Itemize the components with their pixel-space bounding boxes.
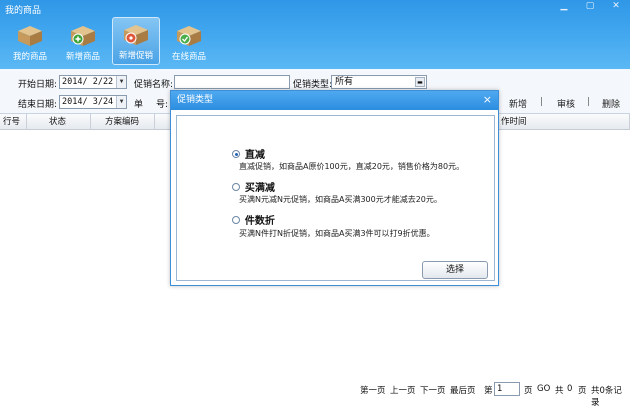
option-spend-threshold[interactable]: 买满减 xyxy=(232,179,275,194)
promo-type-label: 促销类型: xyxy=(293,80,333,90)
chevron-down-icon[interactable]: ▬ xyxy=(415,77,425,87)
chevron-down-icon[interactable]: ▼ xyxy=(116,76,126,88)
option-description: 直减促销，如商品A原价100元，直减20元，销售价格为80元。 xyxy=(239,162,465,171)
first-page-link[interactable]: 第一页 xyxy=(360,384,386,396)
column-header-status[interactable]: 状态 xyxy=(27,114,91,130)
separator: | xyxy=(587,97,591,107)
app-title: 我的商品 xyxy=(5,6,42,16)
review-button[interactable]: 审核 xyxy=(557,97,575,110)
column-header-scheme-code[interactable]: 方案编码 xyxy=(91,114,155,130)
promo-type-select[interactable]: 所有 ▬ xyxy=(331,75,427,89)
close-button[interactable]: ✕ xyxy=(610,1,622,11)
page-prefix: 第 xyxy=(484,386,493,396)
total-prefix: 共 xyxy=(555,386,564,396)
option-title: 买满减 xyxy=(244,183,275,194)
page-number-input[interactable]: 1 xyxy=(494,382,520,396)
close-icon[interactable]: × xyxy=(483,91,492,109)
toolbar-label: 新增促销 xyxy=(118,51,153,61)
column-header-operation-time[interactable]: 作时间 xyxy=(498,114,630,130)
end-date-label: 结束日期: xyxy=(18,100,58,110)
toolbar-add-promotion-button[interactable]: 新增促销 xyxy=(112,17,160,65)
start-date-picker[interactable]: 2014/ 2/22 ▼ xyxy=(59,75,127,89)
dialog-titlebar: 促销类型 × xyxy=(171,91,498,110)
choose-button[interactable]: 选择 xyxy=(422,261,488,279)
box-promo-icon xyxy=(124,25,148,45)
toolbar-add-product-button[interactable]: 新增商品 xyxy=(59,17,107,65)
radio-button[interactable] xyxy=(232,149,240,158)
dialog-body: 直减 直减促销，如商品A原价100元，直减20元，销售价格为80元。 买满减 买… xyxy=(176,115,495,281)
end-date-picker[interactable]: 2014/ 3/24 ▼ xyxy=(59,95,127,109)
toolbar-online-products-button[interactable]: 在线商品 xyxy=(165,17,213,65)
window-controls: ▁ ▢ ✕ xyxy=(558,1,622,11)
add-button[interactable]: 新增 xyxy=(509,97,527,110)
promo-name-label: 促销名称: xyxy=(134,80,174,90)
column-header-row-number[interactable]: 行号 xyxy=(0,114,27,130)
go-button[interactable]: GO xyxy=(537,384,550,394)
next-page-link[interactable]: 下一页 xyxy=(420,384,446,396)
box-online-icon xyxy=(177,26,201,46)
end-date-value: 2014/ 3/24 xyxy=(62,97,114,107)
app-header: 我的商品 ▁ ▢ ✕ 我的商品 新增商品 新增促销 在线商品 xyxy=(0,0,630,69)
order-label-1: 单 xyxy=(134,100,144,110)
toolbar-label: 我的商品 xyxy=(12,52,47,62)
total-pages-suffix: 页 xyxy=(578,386,587,396)
page-suffix: 页 xyxy=(524,386,533,396)
maximize-button[interactable]: ▢ xyxy=(584,1,596,11)
option-description: 买满N件打N折促销，如商品A买满3件可以打9折优惠。 xyxy=(239,229,435,238)
toolbar: 我的商品 新增商品 新增促销 在线商品 xyxy=(6,17,213,65)
option-description: 买满N元减N元促销，如商品A买满300元才能减去20元。 xyxy=(239,195,442,204)
promo-type-value: 所有 xyxy=(335,77,354,87)
prev-page-link[interactable]: 上一页 xyxy=(390,384,416,396)
option-title: 直减 xyxy=(244,150,265,161)
toolbar-my-products-button[interactable]: 我的商品 xyxy=(6,17,54,65)
start-date-value: 2014/ 2/22 xyxy=(62,77,114,87)
start-date-label: 开始日期: xyxy=(18,80,58,90)
option-direct-discount[interactable]: 直减 xyxy=(232,146,265,161)
chevron-down-icon[interactable]: ▼ xyxy=(116,96,126,108)
order-label-2: 号: xyxy=(156,100,169,110)
total-records: 共0条记录 xyxy=(591,386,622,408)
promo-name-input[interactable] xyxy=(174,75,290,89)
toolbar-label: 在线商品 xyxy=(171,52,206,62)
separator: | xyxy=(540,97,544,107)
last-page-link[interactable]: 最后页 xyxy=(450,384,476,396)
minimize-button[interactable]: ▁ xyxy=(558,1,570,11)
promo-type-dialog: 促销类型 × 直减 直减促销，如商品A原价100元，直减20元，销售价格为80元… xyxy=(170,90,499,286)
box-add-icon xyxy=(71,26,95,46)
option-quantity-discount[interactable]: 件数折 xyxy=(232,212,275,227)
radio-button[interactable] xyxy=(232,215,240,224)
total-pages: 0 xyxy=(567,384,573,394)
delete-button[interactable]: 删除 xyxy=(602,97,620,110)
radio-button[interactable] xyxy=(232,182,240,191)
box-icon xyxy=(18,26,42,46)
option-title: 件数折 xyxy=(244,216,275,227)
dialog-title: 促销类型 xyxy=(177,95,214,105)
pagination: 第一页 上一页 下一页 最后页 第 1 页 GO 共 0 页 共0条记录 xyxy=(0,378,630,408)
toolbar-label: 新增商品 xyxy=(65,52,100,62)
